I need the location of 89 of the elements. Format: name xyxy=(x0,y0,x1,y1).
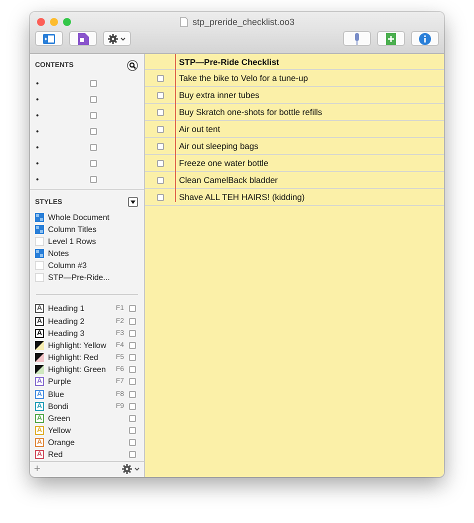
checkbox[interactable] xyxy=(129,342,136,349)
checkbox[interactable] xyxy=(129,427,136,434)
checkbox[interactable] xyxy=(90,144,97,150)
checkbox[interactable] xyxy=(129,330,136,337)
add-attachment-button[interactable] xyxy=(377,31,405,46)
named-style-item[interactable]: Bondi xyxy=(48,402,116,411)
checkbox[interactable] xyxy=(156,194,164,200)
checkbox[interactable] xyxy=(129,414,136,422)
checkbox[interactable] xyxy=(156,108,164,116)
microphone-icon xyxy=(353,32,361,44)
checkbox[interactable] xyxy=(156,74,164,82)
checkbox[interactable] xyxy=(156,92,164,98)
search-icon[interactable] xyxy=(127,60,138,71)
checkbox[interactable] xyxy=(129,305,136,312)
minimize-button[interactable] xyxy=(50,18,58,26)
named-style-item[interactable]: Green xyxy=(48,414,129,423)
dropdown-icon[interactable] xyxy=(128,197,138,207)
checkbox[interactable] xyxy=(90,96,97,102)
checkbox[interactable] xyxy=(156,142,164,150)
checkbox[interactable] xyxy=(156,160,164,166)
style-swatch-icon xyxy=(35,261,44,270)
named-style-item[interactable]: Heading 2 xyxy=(48,316,116,326)
window-title: stp_preride_checklist.oo3 xyxy=(192,16,295,26)
outline-row[interactable]: Freeze one water bottle xyxy=(175,158,268,168)
checkbox[interactable] xyxy=(129,451,136,458)
outline-title: STP—Pre-Ride Checklist xyxy=(178,56,280,66)
microphone-button[interactable] xyxy=(343,31,371,46)
named-style-item[interactable]: Highlight: Green xyxy=(48,365,116,374)
style-swatch-icon xyxy=(35,236,44,246)
bullet: • xyxy=(36,110,40,120)
style-swatch-icon xyxy=(35,212,44,222)
checkbox[interactable] xyxy=(90,128,97,134)
checkbox[interactable] xyxy=(156,126,164,132)
style-item[interactable]: Column #3 xyxy=(48,261,87,270)
bullet: • xyxy=(36,158,40,168)
named-style-item[interactable]: Highlight: Red xyxy=(48,353,116,362)
settings-icon[interactable] xyxy=(122,464,140,474)
outline-row[interactable]: Clean CamelBack bladder xyxy=(175,175,278,185)
outline-row[interactable]: Air out tent xyxy=(175,124,220,134)
style-item[interactable]: Column Titles xyxy=(48,224,96,234)
named-style-item[interactable]: Yellow xyxy=(48,426,129,436)
named-style-item[interactable]: Purple xyxy=(48,377,116,386)
style-item[interactable]: Whole Document xyxy=(48,212,110,222)
checkbox[interactable] xyxy=(129,366,136,374)
checkbox[interactable] xyxy=(90,176,97,182)
outline-row[interactable]: Take the bike to Velo for a tune-up xyxy=(175,73,308,83)
named-style-item[interactable]: Highlight: Yellow xyxy=(48,340,116,350)
document-icon xyxy=(180,16,188,26)
info-button[interactable] xyxy=(411,31,439,46)
checkbox[interactable] xyxy=(129,439,136,446)
sidebar-icon xyxy=(43,34,55,44)
bullet: • xyxy=(36,94,40,104)
named-style-item[interactable]: Orange xyxy=(48,438,129,448)
checkbox[interactable] xyxy=(129,390,136,398)
style-item[interactable]: Notes xyxy=(48,249,69,258)
style-swatch-icon xyxy=(35,249,44,258)
outline-row[interactable]: Buy extra inner tubes xyxy=(175,90,260,100)
style-item[interactable]: STP—Pre-Ride... xyxy=(48,273,110,282)
checkbox[interactable] xyxy=(90,80,97,86)
named-style-item[interactable]: Heading 3 xyxy=(48,328,116,338)
info-icon xyxy=(419,32,431,44)
outline-row[interactable]: Shave ALL TEH HAIRS! (kidding) xyxy=(175,192,305,202)
settings-button[interactable] xyxy=(103,31,131,46)
document-icon xyxy=(78,32,88,44)
checkbox[interactable] xyxy=(129,318,136,325)
style-item[interactable]: Level 1 Rows xyxy=(48,236,96,246)
bullet: • xyxy=(36,142,40,152)
style-swatch-icon xyxy=(35,273,44,282)
bullet: • xyxy=(36,78,40,88)
named-style-item[interactable]: Red xyxy=(48,450,129,460)
outline-row[interactable]: Air out sleeping bags xyxy=(175,141,258,151)
zoom-button[interactable] xyxy=(63,18,71,26)
named-style-item[interactable]: Blue xyxy=(48,390,116,399)
checkbox[interactable] xyxy=(90,112,97,118)
plus-icon xyxy=(386,32,396,44)
gear-icon xyxy=(108,34,126,44)
named-style-item[interactable]: Heading 1 xyxy=(48,304,116,314)
bullet: • xyxy=(36,174,40,184)
checkbox[interactable] xyxy=(129,402,136,410)
close-button[interactable] xyxy=(37,18,45,26)
bullet: • xyxy=(36,126,40,136)
checkbox[interactable] xyxy=(156,176,164,184)
style-swatch-icon xyxy=(35,224,44,234)
checkbox[interactable] xyxy=(129,378,136,386)
style-inspector-button[interactable] xyxy=(69,31,97,46)
checkbox[interactable] xyxy=(90,160,97,166)
sidebar-toggle-button[interactable] xyxy=(35,31,63,46)
outline-row[interactable]: Buy Skratch one-shots for bottle refills xyxy=(175,107,322,117)
checkbox[interactable] xyxy=(129,354,136,362)
